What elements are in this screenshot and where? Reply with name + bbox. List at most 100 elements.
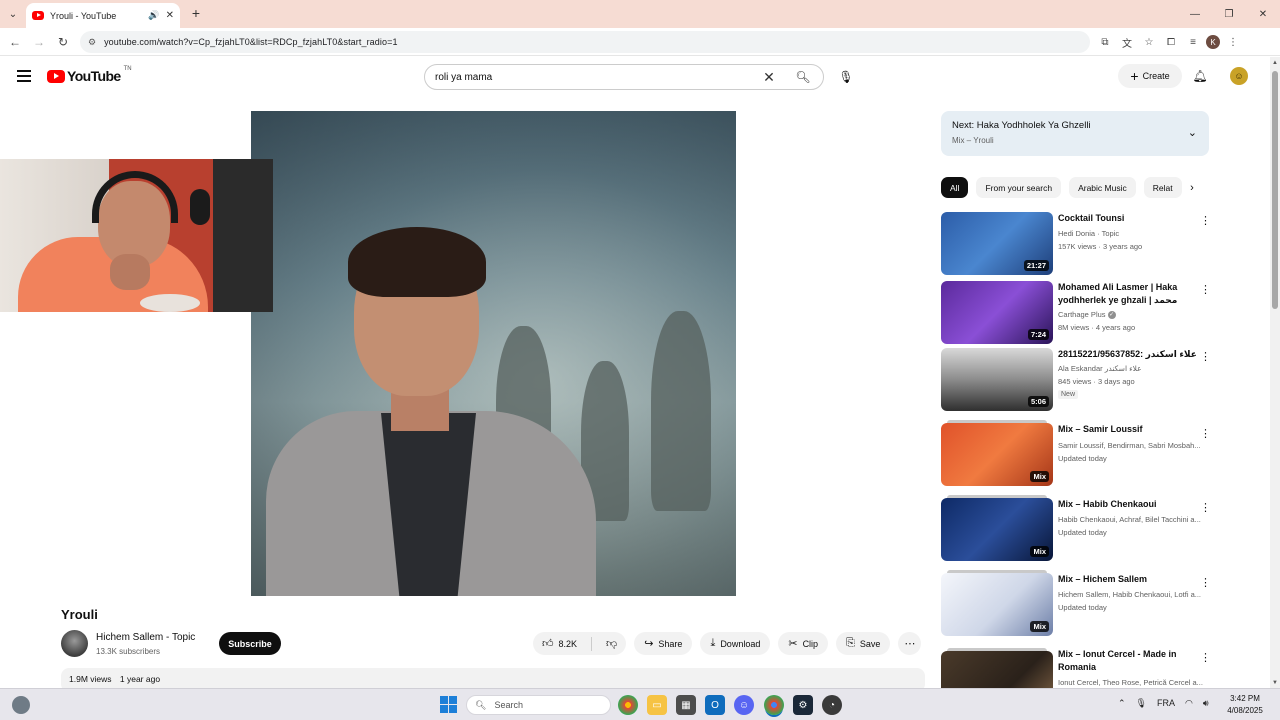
search-input[interactable]: [425, 71, 755, 83]
bookmark-star-icon[interactable]: ☆: [1140, 33, 1158, 51]
like-button[interactable]: 👍︎ 8.2K: [533, 632, 586, 655]
recommendation-channel[interactable]: Samir Loussif, Bendirman, Sabri Mosbah..…: [1058, 440, 1208, 451]
chips-next-arrow-icon[interactable]: ›: [1184, 180, 1200, 196]
recommendation-item[interactable]: Mix – Ionut Cercel - Made in Romania Ion…: [941, 648, 1211, 688]
save-button[interactable]: ⎘ Save: [836, 632, 891, 655]
recommendation-title[interactable]: 28115221/95637852: علاء اسكندر: [1058, 348, 1198, 361]
reload-icon[interactable]: ↻: [55, 34, 71, 50]
steam-icon[interactable]: ⚙: [793, 695, 813, 715]
more-actions-button[interactable]: ⋯: [898, 632, 922, 655]
widgets-icon[interactable]: [12, 696, 30, 714]
tray-overflow-chevron-icon[interactable]: ⌃: [1118, 698, 1126, 709]
more-vertical-icon[interactable]: ⋮: [1200, 283, 1211, 296]
taskbar-search[interactable]: 🔍︎ Search: [466, 695, 611, 715]
more-vertical-icon[interactable]: ⋮: [1200, 427, 1211, 440]
channel-name[interactable]: Hichem Sallem - Topic: [96, 632, 195, 643]
recommendation-channel[interactable]: Ala Eskandar علاء اسكندر: [1058, 363, 1208, 374]
discord-icon[interactable]: ☺: [734, 695, 754, 715]
more-vertical-icon[interactable]: ⋮: [1200, 214, 1211, 227]
chip-from-your-search[interactable]: From your search: [976, 177, 1062, 198]
video-player[interactable]: [251, 111, 736, 596]
recommendation-title[interactable]: Mix – Habib Chenkaoui: [1058, 498, 1198, 511]
recommendation-title[interactable]: Mohamed Ali Lasmer | Haka yodhherlek ye …: [1058, 281, 1198, 308]
more-vertical-icon[interactable]: ⋮: [1200, 501, 1211, 514]
recommendation-item[interactable]: Mix Mix – Hichem Sallem Hichem Sallem, H…: [941, 570, 1211, 637]
search-icon[interactable]: 🔍︎: [783, 65, 823, 89]
video-thumbnail[interactable]: 21:27: [941, 212, 1053, 275]
chrome-app-icon[interactable]: [618, 695, 638, 715]
clip-button[interactable]: ✂ Clip: [778, 632, 829, 655]
recommendation-title[interactable]: Mix – Samir Loussif: [1058, 423, 1198, 436]
url-text[interactable]: youtube.com/watch?v=Cp_fzjahLT0&list=RDC…: [104, 37, 397, 47]
tab-list-chevron-icon[interactable]: ⌄: [4, 5, 22, 23]
share-button[interactable]: ↪ Share: [634, 632, 693, 655]
video-thumbnail[interactable]: [941, 651, 1053, 688]
browser-menu-icon[interactable]: ⋮: [1224, 33, 1242, 51]
download-button[interactable]: ⤓ Download: [700, 632, 771, 655]
microphone-icon[interactable]: 🎙︎: [1136, 698, 1147, 709]
forward-arrow-icon[interactable]: →: [31, 34, 47, 50]
recommendation-item[interactable]: 21:27 Cocktail Tounsi Hedi Donia · Topic…: [941, 212, 1211, 276]
volume-icon[interactable]: 🔊︎: [1203, 698, 1209, 709]
browser-tab-youtube[interactable]: Yrouli - YouTube 🔊 ✕: [26, 3, 180, 28]
translate-icon[interactable]: 文: [1118, 33, 1136, 51]
install-app-icon[interactable]: ⧉: [1096, 33, 1114, 51]
recommendation-title[interactable]: Mix – Ionut Cercel - Made in Romania: [1058, 648, 1198, 674]
chip-all[interactable]: All: [941, 177, 969, 198]
taskbar-clock[interactable]: 3:42 PM 4/08/2025: [1222, 693, 1268, 717]
scroll-up-arrow-icon[interactable]: ▲: [1272, 60, 1278, 66]
recommendation-title[interactable]: Cocktail Tounsi: [1058, 212, 1198, 225]
recommendation-channel[interactable]: Hichem Sallem, Habib Chenkaoui, Lotfi a.…: [1058, 589, 1208, 600]
more-vertical-icon[interactable]: ⋮: [1200, 350, 1211, 363]
recommendation-channel[interactable]: Carthage Plus ✓: [1058, 309, 1208, 320]
video-thumbnail[interactable]: Mix: [941, 573, 1053, 636]
new-tab-plus-icon[interactable]: +: [188, 5, 204, 21]
voice-search-mic-icon[interactable]: 🎙︎: [834, 65, 858, 89]
youtube-logo[interactable]: YouTube TN: [47, 66, 132, 84]
tab-close-icon[interactable]: ✕: [166, 10, 174, 21]
store-icon[interactable]: ▦: [676, 695, 696, 715]
scroll-down-arrow-icon[interactable]: ▼: [1272, 680, 1278, 686]
chevron-down-icon[interactable]: ⌄: [1188, 126, 1197, 139]
outlook-icon[interactable]: O: [705, 695, 725, 715]
minimize-icon[interactable]: —: [1178, 0, 1212, 28]
recommendation-item[interactable]: 5:06 28115221/95637852: علاء اسكندر Ala …: [941, 348, 1211, 412]
subscribe-button[interactable]: Subscribe: [219, 632, 281, 655]
windows-start-icon[interactable]: [440, 696, 457, 713]
extensions-puzzle-icon[interactable]: ⧠: [1162, 33, 1180, 51]
account-avatar[interactable]: ☺: [1230, 67, 1248, 85]
tab-audio-icon[interactable]: 🔊: [148, 10, 159, 21]
scrollbar-thumb[interactable]: [1272, 71, 1278, 309]
hamburger-menu-icon[interactable]: [17, 70, 31, 82]
recommendation-channel[interactable]: Hedi Donia · Topic: [1058, 228, 1208, 239]
recommendation-channel[interactable]: Habib Chenkaoui, Achraf, Bilel Tacchini …: [1058, 514, 1208, 525]
recommendation-item[interactable]: Mix Mix – Samir Loussif Samir Loussif, B…: [941, 420, 1211, 487]
video-thumbnail[interactable]: Mix: [941, 498, 1053, 561]
reading-list-icon[interactable]: ≡: [1184, 33, 1202, 51]
video-thumbnail[interactable]: Mix: [941, 423, 1053, 486]
notifications-bell-icon[interactable]: 🔔︎: [1192, 68, 1208, 84]
channel-avatar[interactable]: [61, 630, 88, 657]
back-arrow-icon[interactable]: ←: [7, 34, 23, 50]
create-button[interactable]: + Create: [1118, 64, 1182, 88]
chip-related[interactable]: Relat: [1143, 177, 1182, 198]
recommendation-channel[interactable]: Ionut Cercel, Theo Rose, Petrică Cercel …: [1058, 677, 1208, 688]
recommendation-title[interactable]: Mix – Hichem Sallem: [1058, 573, 1198, 586]
recommendation-item[interactable]: Mix Mix – Habib Chenkaoui Habib Chenkaou…: [941, 495, 1211, 562]
video-thumbnail[interactable]: 5:06: [941, 348, 1053, 411]
file-explorer-icon[interactable]: ▭: [647, 695, 667, 715]
restore-icon[interactable]: ❐: [1212, 0, 1246, 28]
window-close-icon[interactable]: ✕: [1246, 0, 1280, 28]
profile-avatar-icon[interactable]: K: [1206, 35, 1220, 49]
recommendation-item[interactable]: 7:24 Mohamed Ali Lasmer | Haka yodhherle…: [941, 281, 1211, 345]
site-info-icon[interactable]: ⚙: [88, 37, 96, 48]
address-bar[interactable]: ⚙ youtube.com/watch?v=Cp_fzjahLT0&list=R…: [80, 31, 1090, 53]
next-up-panel[interactable]: Next: Haka Yodhholek Ya Ghzelli Mix – Yr…: [941, 111, 1209, 156]
chip-arabic-music[interactable]: Arabic Music: [1069, 177, 1136, 198]
clear-search-icon[interactable]: ✕: [755, 69, 783, 86]
more-vertical-icon[interactable]: ⋮: [1200, 651, 1211, 664]
page-scrollbar[interactable]: ▲ ▼: [1270, 57, 1280, 688]
language-indicator[interactable]: FRA: [1157, 698, 1175, 709]
video-thumbnail[interactable]: 7:24: [941, 281, 1053, 344]
dislike-button[interactable]: 👎︎: [597, 632, 626, 655]
